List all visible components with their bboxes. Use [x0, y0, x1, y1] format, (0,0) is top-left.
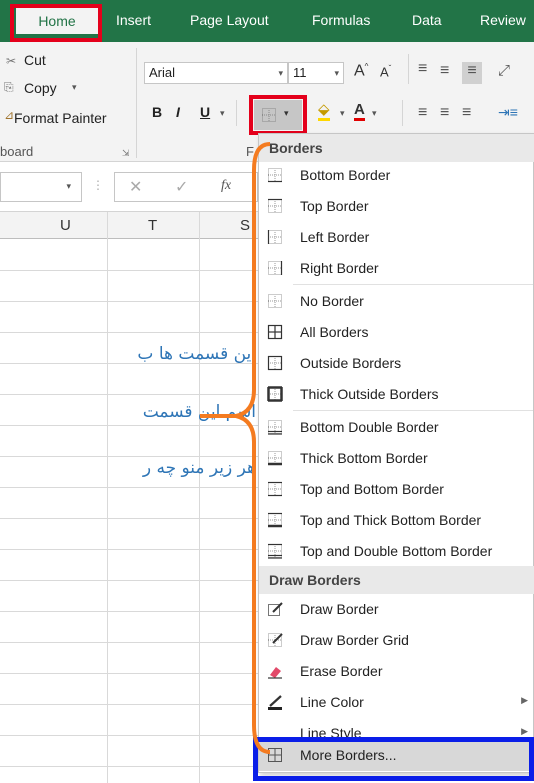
copy-icon: ⎘	[4, 80, 14, 94]
cut-label: Cut	[24, 52, 46, 68]
menu-item-draw-border[interactable]: Draw Border	[259, 594, 534, 625]
menu-item-label: Bottom Border	[300, 167, 391, 183]
menu-item-label: No Border	[300, 293, 364, 309]
format-painter-label: Format Painter	[14, 110, 107, 126]
menu-header-draw-borders: Draw Borders	[259, 566, 534, 594]
menu-item-label: Draw Border	[300, 601, 379, 617]
menu-item-label: Left Border	[300, 229, 370, 245]
submenu-arrow-icon: ▶	[521, 726, 528, 736]
menu-item-all-borders[interactable]: All Borders	[259, 317, 534, 348]
menu-separator	[293, 410, 533, 411]
group-divider	[136, 48, 137, 158]
tab-review[interactable]: Review	[480, 12, 526, 28]
menu-item-label: Thick Outside Borders	[300, 386, 439, 402]
tab-insert[interactable]: Insert	[116, 12, 151, 28]
cancel-icon[interactable]: ✕	[129, 177, 142, 197]
font-size-select[interactable]: 11 ▾	[288, 62, 344, 84]
font-size-value: 11	[293, 65, 307, 80]
enter-icon[interactable]: ✓	[175, 177, 188, 197]
menu-item-label: Top and Double Bottom Border	[300, 543, 493, 559]
align-right-icon[interactable]: ≡	[462, 104, 471, 122]
borders-button-highlight	[249, 95, 307, 135]
menu-item-left-border[interactable]: Left Border	[259, 222, 534, 253]
chevron-down-icon[interactable]: ▾	[340, 108, 345, 119]
increase-font-size-icon[interactable]: A^	[354, 62, 368, 80]
group-divider	[408, 54, 409, 84]
menu-item-label: Outside Borders	[300, 355, 402, 371]
orientation-icon[interactable]: ⤢	[498, 62, 510, 79]
menu-item-label: Draw Border Grid	[300, 632, 409, 648]
menu-item-label: Top and Thick Bottom Border	[300, 512, 482, 528]
menu-item-bottom-border[interactable]: Bottom Border	[259, 160, 534, 191]
submenu-arrow-icon: ▶	[521, 695, 528, 705]
italic-button[interactable]: I	[176, 104, 180, 120]
fill-color-icon[interactable]: ⬙	[318, 102, 330, 121]
curly-brace-annotation	[200, 142, 271, 754]
menu-item-top-and-thick-bottom-border[interactable]: Top and Thick Bottom Border	[259, 505, 534, 536]
align-bottom-icon[interactable]: ≡	[462, 62, 482, 84]
chevron-down-icon: ▾	[72, 82, 77, 92]
group-divider	[236, 100, 237, 126]
menu-item-label: Top and Bottom Border	[300, 481, 444, 497]
menu-header-borders: Borders	[259, 134, 534, 162]
underline-button[interactable]: U	[200, 104, 210, 120]
indent-icon[interactable]: ⇥≡	[498, 104, 518, 121]
menu-item-outside-borders[interactable]: Outside Borders	[259, 348, 534, 379]
menu-item-label: Thick Bottom Border	[300, 450, 428, 466]
name-box[interactable]: ▾	[0, 172, 82, 202]
tab-formulas[interactable]: Formulas	[312, 12, 370, 28]
bold-button[interactable]: B	[152, 104, 162, 120]
menu-item-top-and-bottom-border[interactable]: Top and Bottom Border	[259, 474, 534, 505]
menu-item-label: Line Color	[300, 694, 364, 710]
scissors-icon: ✂	[6, 54, 17, 68]
menu-item-right-border[interactable]: Right Border	[259, 253, 534, 284]
dialog-launcher-icon[interactable]: ⇲	[122, 148, 130, 159]
decrease-font-size-icon[interactable]: Aˇ	[380, 64, 391, 79]
align-middle-icon[interactable]: ≡	[440, 62, 449, 80]
tab-page-layout[interactable]: Page Layout	[190, 12, 269, 28]
copy-label: Copy	[24, 80, 57, 96]
chevron-down-icon: ▾	[66, 181, 71, 191]
menu-item-thick-outside-borders[interactable]: Thick Outside Borders	[259, 379, 534, 410]
menu-item-thick-bottom-border[interactable]: Thick Bottom Border	[259, 443, 534, 474]
chevron-down-icon[interactable]: ▾	[220, 108, 225, 119]
paintbrush-icon: ⊿	[4, 108, 15, 122]
align-center-icon[interactable]: ≡	[440, 104, 449, 122]
menu-item-label: All Borders	[300, 324, 369, 340]
font-name-value: Arial	[149, 65, 176, 80]
menu-item-no-border[interactable]: No Border	[259, 286, 534, 317]
menu-item-label: Top Border	[300, 198, 369, 214]
home-tab-highlight	[10, 4, 102, 42]
menu-item-label: Right Border	[300, 260, 379, 276]
chevron-down-icon: ▾	[278, 68, 283, 78]
align-left-icon[interactable]: ≡	[418, 104, 427, 122]
chevron-down-icon[interactable]: ▾	[372, 108, 377, 119]
more-options-icon: ⋮	[92, 178, 104, 192]
menu-item-draw-border-grid[interactable]: Draw Border Grid	[259, 625, 534, 656]
menu-item-top-and-double-bottom-border[interactable]: Top and Double Bottom Border	[259, 536, 534, 567]
menu-item-label: Bottom Double Border	[300, 419, 439, 435]
menu-item-top-border[interactable]: Top Border	[259, 191, 534, 222]
column-header-u[interactable]: U	[60, 217, 71, 234]
align-top-icon[interactable]: ≡	[418, 60, 427, 78]
menu-separator	[293, 284, 533, 285]
tab-data[interactable]: Data	[412, 12, 442, 28]
chevron-down-icon: ▾	[334, 68, 339, 78]
menu-item-label: Erase Border	[300, 663, 383, 679]
menu-item-line-color[interactable]: Line Color ▶	[259, 687, 534, 718]
font-color-icon[interactable]: A	[354, 102, 365, 121]
more-borders-highlight	[253, 737, 534, 781]
clipboard-group-label: board	[0, 144, 34, 159]
menu-item-erase-border[interactable]: Erase Border	[259, 656, 534, 687]
font-name-select[interactable]: Arial ▾	[144, 62, 288, 84]
column-header-t[interactable]: T	[148, 217, 157, 234]
group-divider	[402, 100, 403, 126]
borders-menu: Borders Draw Borders More Borders... Bot…	[258, 133, 534, 773]
menu-item-bottom-double-border[interactable]: Bottom Double Border	[259, 412, 534, 443]
